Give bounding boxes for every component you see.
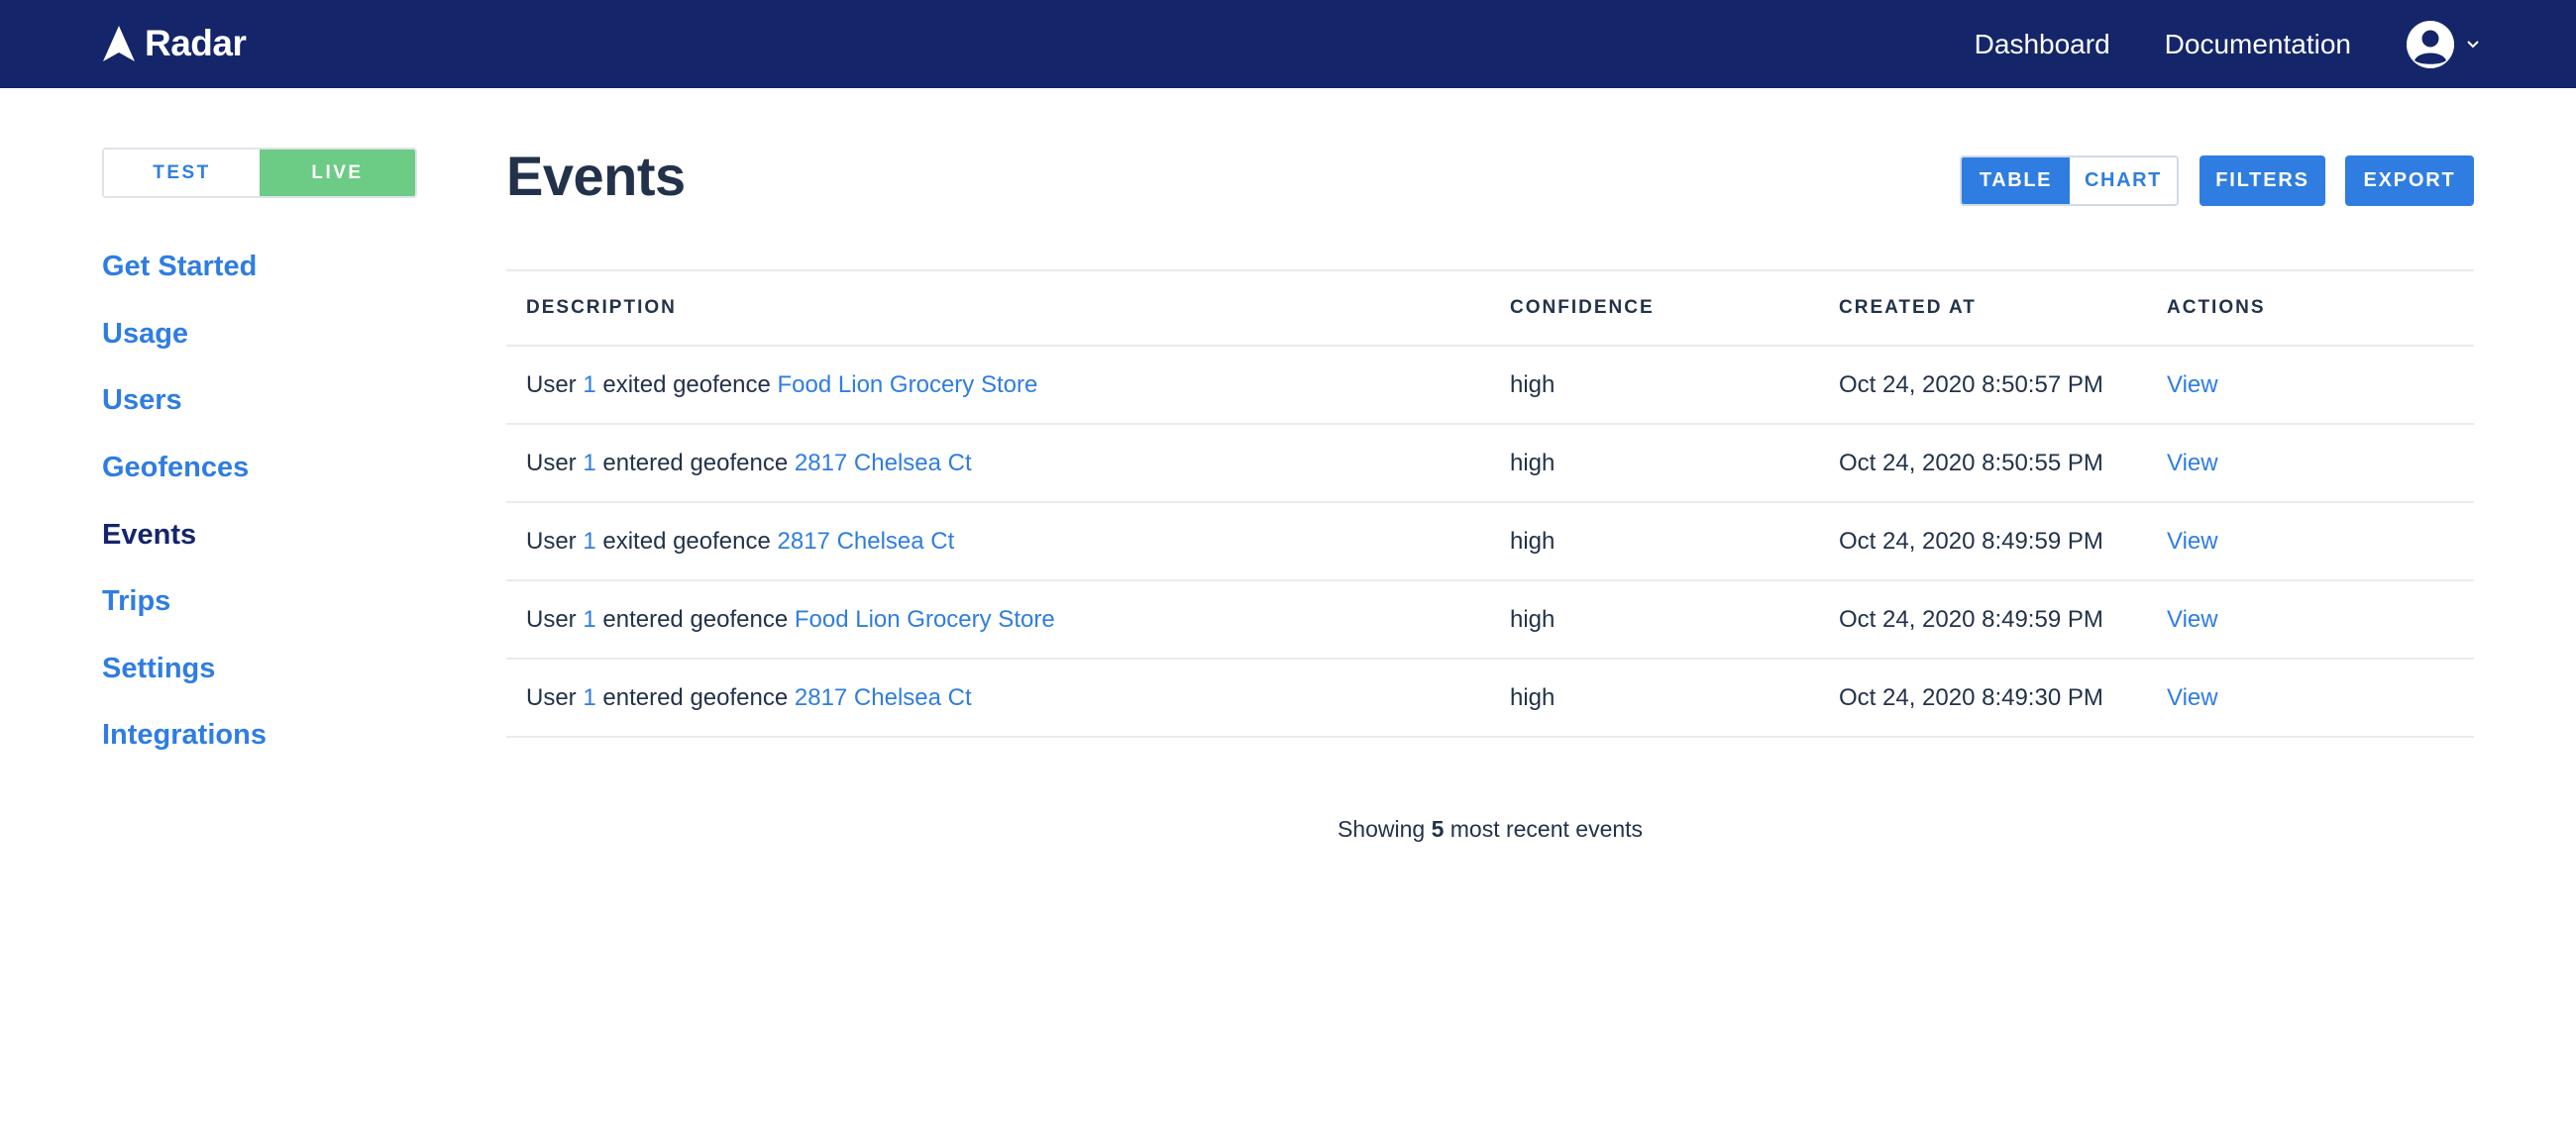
page-actions: TABLE CHART FILTERS EXPORT	[1960, 155, 2474, 206]
event-description: User 1 entered geofence 2817 Chelsea Ct	[506, 450, 1490, 477]
event-actions: View	[2147, 450, 2474, 477]
table-row: User 1 entered geofence Food Lion Grocer…	[506, 581, 2474, 660]
view-event-link[interactable]: View	[2167, 450, 2218, 476]
event-created-at: Oct 24, 2020 8:50:57 PM	[1839, 370, 2103, 398]
column-header-created-at[interactable]: CREATED AT	[1819, 297, 2147, 319]
event-actions: View	[2147, 684, 2474, 712]
user-link[interactable]: 1	[583, 606, 595, 633]
geofence-link[interactable]: 2817 Chelsea Ct	[778, 528, 955, 555]
event-action: entered geofence	[602, 683, 789, 711]
sidebar-link-usage[interactable]: Usage	[102, 318, 188, 351]
event-action: exited geofence	[602, 370, 771, 398]
user-prefix: User	[526, 605, 577, 633]
sidebar-item-get-started: Get Started	[102, 234, 267, 301]
table-row: User 1 entered geofence 2817 Chelsea Ct …	[506, 660, 2474, 738]
event-confidence: high	[1510, 449, 1556, 476]
event-created-at: Oct 24, 2020 8:49:59 PM	[1839, 527, 2103, 555]
nav-dashboard-link[interactable]: Dashboard	[1975, 29, 2110, 60]
user-link[interactable]: 1	[583, 371, 595, 398]
nav-documentation-link[interactable]: Documentation	[2165, 29, 2351, 60]
brand-name: Radar	[145, 23, 247, 63]
table-row: User 1 entered geofence 2817 Chelsea Ct …	[506, 425, 2474, 503]
column-header-actions: ACTIONS	[2167, 297, 2266, 318]
sidebar-link-trips[interactable]: Trips	[102, 585, 170, 618]
environment-toggle: TEST LIVE	[102, 148, 417, 198]
sidebar-link-users[interactable]: Users	[102, 384, 182, 417]
user-prefix: User	[526, 449, 577, 476]
chart-view-button[interactable]: CHART	[2070, 157, 2177, 204]
sidebar-link-settings[interactable]: Settings	[102, 653, 215, 685]
event-description: User 1 entered geofence 2817 Chelsea Ct	[506, 684, 1490, 712]
event-created-at: Oct 24, 2020 8:49:59 PM	[1839, 605, 2103, 633]
sidebar-nav: Get Started Usage Users Geofences Events…	[102, 234, 267, 769]
event-created-at: Oct 24, 2020 8:50:55 PM	[1839, 449, 2103, 476]
radar-logo-icon	[103, 26, 135, 61]
chevron-down-icon	[2466, 40, 2480, 50]
event-actions: View	[2147, 606, 2474, 634]
event-created-at: Oct 24, 2020 8:49:30 PM	[1839, 683, 2103, 711]
user-prefix: User	[526, 370, 577, 398]
results-count: 5	[1431, 816, 1445, 842]
view-event-link[interactable]: View	[2167, 371, 2218, 398]
geofence-link[interactable]: 2817 Chelsea Ct	[795, 450, 972, 476]
sidebar-item-integrations: Integrations	[102, 702, 267, 769]
view-event-link[interactable]: View	[2167, 528, 2218, 555]
sidebar-item-users: Users	[102, 367, 267, 435]
event-confidence: high	[1510, 370, 1556, 398]
view-event-link[interactable]: View	[2167, 606, 2218, 633]
table-row: User 1 exited geofence 2817 Chelsea Ct h…	[506, 503, 2474, 581]
event-description: User 1 entered geofence Food Lion Grocer…	[506, 606, 1490, 634]
env-test-button[interactable]: TEST	[104, 150, 260, 196]
sidebar-item-geofences: Geofences	[102, 435, 267, 502]
env-live-button[interactable]: LIVE	[260, 150, 415, 196]
event-action: entered geofence	[602, 449, 789, 476]
user-prefix: User	[526, 683, 577, 711]
sidebar-item-trips: Trips	[102, 568, 267, 636]
sidebar-link-integrations[interactable]: Integrations	[102, 719, 267, 752]
filters-button[interactable]: FILTERS	[2200, 155, 2325, 206]
view-toggle: TABLE CHART	[1960, 155, 2179, 206]
user-link[interactable]: 1	[583, 450, 595, 476]
event-actions: View	[2147, 528, 2474, 556]
events-table: DESCRIPTION CONFIDENCE CREATED AT ACTION…	[506, 269, 2474, 738]
event-description: User 1 exited geofence 2817 Chelsea Ct	[506, 528, 1490, 556]
event-description: User 1 exited geofence Food Lion Grocery…	[506, 371, 1490, 399]
view-event-link[interactable]: View	[2167, 684, 2218, 711]
table-view-button[interactable]: TABLE	[1962, 157, 2070, 204]
user-avatar-icon	[2407, 20, 2454, 68]
results-summary: Showing 5 most recent events	[506, 816, 2474, 843]
column-header-description[interactable]: DESCRIPTION	[506, 297, 1490, 319]
geofence-link[interactable]: Food Lion Grocery Store	[795, 606, 1055, 633]
table-row: User 1 exited geofence Food Lion Grocery…	[506, 347, 2474, 425]
event-confidence: high	[1510, 605, 1556, 633]
page-title: Events	[506, 145, 686, 207]
column-header-confidence[interactable]: CONFIDENCE	[1490, 297, 1819, 319]
user-link[interactable]: 1	[583, 528, 595, 555]
account-menu[interactable]	[2407, 20, 2480, 68]
event-confidence: high	[1510, 527, 1556, 555]
event-confidence: high	[1510, 683, 1556, 711]
sidebar-item-events: Events	[102, 501, 267, 568]
results-suffix: most recent events	[1449, 816, 1644, 842]
event-actions: View	[2147, 371, 2474, 399]
sidebar-link-get-started[interactable]: Get Started	[102, 251, 257, 283]
sidebar-item-usage: Usage	[102, 301, 267, 368]
top-nav-links: Dashboard Documentation	[1975, 0, 2480, 88]
results-prefix: Showing	[1337, 816, 1426, 842]
event-action: exited geofence	[602, 527, 771, 555]
geofence-link[interactable]: Food Lion Grocery Store	[778, 371, 1038, 398]
event-action: entered geofence	[602, 605, 789, 633]
user-prefix: User	[526, 527, 577, 555]
sidebar-link-geofences[interactable]: Geofences	[102, 452, 249, 484]
sidebar-item-settings: Settings	[102, 636, 267, 703]
top-navbar: Radar Dashboard Documentation	[0, 0, 2576, 88]
export-button[interactable]: EXPORT	[2345, 155, 2474, 206]
radar-logo[interactable]: Radar	[103, 22, 247, 65]
table-header: DESCRIPTION CONFIDENCE CREATED AT ACTION…	[506, 271, 2474, 347]
geofence-link[interactable]: 2817 Chelsea Ct	[795, 684, 972, 711]
sidebar-link-events[interactable]: Events	[102, 519, 196, 552]
user-link[interactable]: 1	[583, 684, 595, 711]
